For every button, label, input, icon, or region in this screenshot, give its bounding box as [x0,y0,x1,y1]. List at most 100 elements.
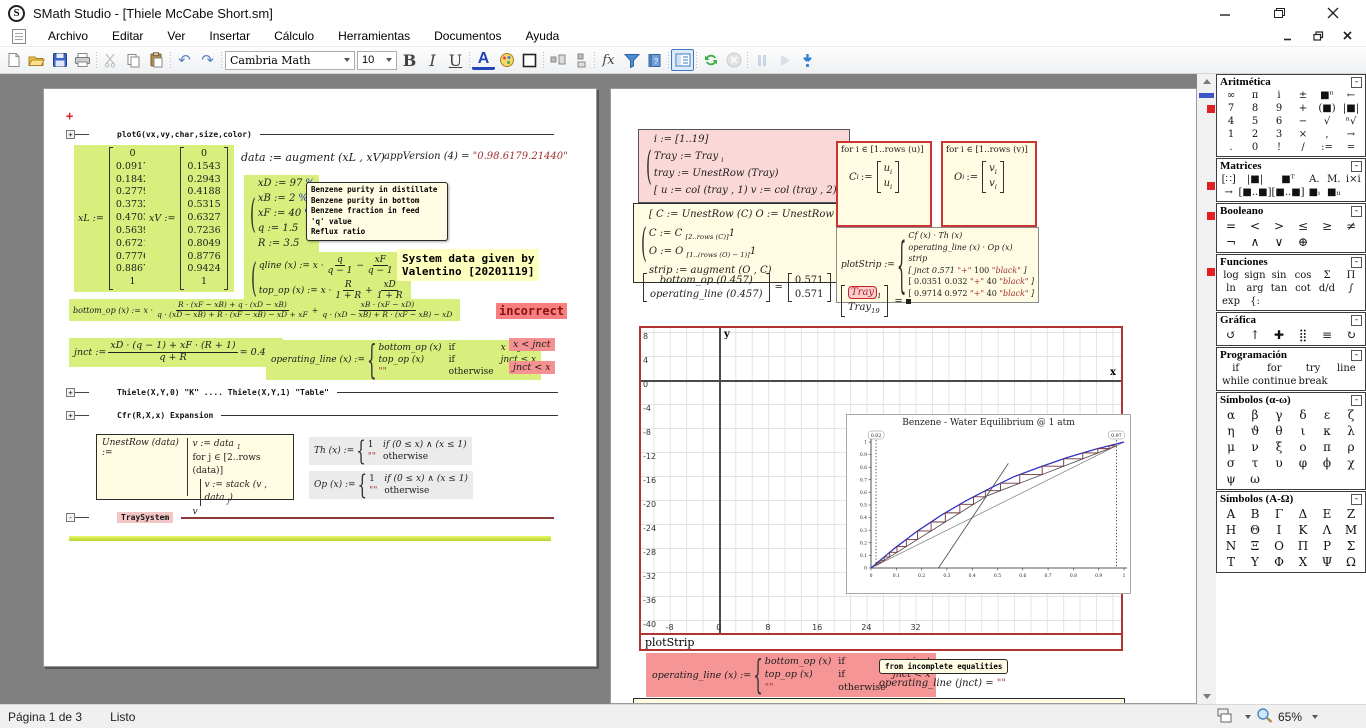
page-1[interactable]: + + plotG(vx,vy,char,size,color) xL := 0… [43,88,597,667]
open-file-button[interactable] [25,49,48,71]
palette-button[interactable]: η [1219,423,1243,439]
palette-button[interactable]: , [1315,128,1339,141]
palette-button[interactable]: θ [1267,423,1291,439]
palette-button[interactable]: Ψ [1315,554,1339,570]
palette-button[interactable]: ϑ [1243,423,1267,439]
background-color-button[interactable] [495,49,518,71]
palette-button[interactable]: λ [1339,423,1363,439]
collapse-button[interactable]: - [1351,206,1362,217]
paste-button[interactable] [145,49,168,71]
error-marker[interactable] [1207,268,1215,276]
appversion-expr[interactable]: appVersion (4) = "0.98.6179.21440" [384,151,568,162]
palette-button[interactable]: M. [1324,173,1343,186]
palette-button[interactable]: π [1315,439,1339,455]
side-panel-toggle-button[interactable] [671,49,694,71]
th-definition[interactable]: Th (x) := { 1if (0 ≤ x) ∧ (x ≤ 1) ""othe… [309,437,472,465]
border-button[interactable] [518,49,541,71]
palette-button[interactable]: × [1291,128,1315,141]
palette-button[interactable]: [■..■] [1272,186,1305,199]
palette-button[interactable]: [∷] [1219,173,1238,186]
palette-button[interactable]: ↑ [1243,327,1267,343]
palette-button[interactable]: ■ᵢ [1305,186,1324,199]
palette-button[interactable]: 4 [1219,115,1243,128]
menu-item[interactable]: Ayuda [514,27,572,45]
menu-item[interactable]: Archivo [36,27,100,45]
doc-restore-button[interactable] [1310,29,1326,43]
palette-button[interactable]: ⣿ [1291,327,1315,343]
palette-button[interactable]: Κ [1291,522,1315,538]
error-marker[interactable] [1207,105,1215,113]
collapse-button[interactable]: - [1351,257,1362,268]
palette-button[interactable]: ↻ [1339,327,1363,343]
palette-button[interactable]: ζ [1339,407,1363,423]
palette-button[interactable]: ≥ [1315,218,1339,234]
menu-item[interactable]: Documentos [422,27,513,45]
tray-index-block[interactable]: ( i := [1..19]Tray := Tray itray := Unes… [638,129,850,203]
palette-button[interactable]: arg [1243,282,1267,295]
palette-button[interactable]: ⊕ [1291,234,1315,250]
palette-button[interactable]: try [1296,362,1329,375]
doc-minimize-button[interactable] [1280,29,1296,43]
palette-button[interactable]: i [1267,89,1291,102]
palette-button[interactable]: ∞ [1219,89,1243,102]
palette-button[interactable]: / [1291,141,1315,154]
reference-book-button[interactable]: ? [643,49,666,71]
collapse-button[interactable]: - [1351,161,1362,172]
redo-button[interactable]: ↷ [196,49,219,71]
palette-button[interactable]: Ω [1339,554,1363,570]
palette-button[interactable]: ϕ [1315,455,1339,471]
menu-item[interactable]: Cálculo [262,27,326,45]
palette-button[interactable]: ■ⁿ [1315,89,1339,102]
palette-button[interactable]: √ [1315,115,1339,128]
palette-button[interactable]: Α [1219,506,1243,522]
scroll-down-button[interactable] [1197,689,1216,704]
worksheet-canvas[interactable]: + + plotG(vx,vy,char,size,color) xL := 0… [0,74,1366,704]
palette-button[interactable]: = [1219,218,1243,234]
palette-button[interactable]: 3 [1267,128,1291,141]
align-horizontal-button[interactable] [546,49,569,71]
stop-button[interactable] [722,49,745,71]
palette-button[interactable]: Δ [1291,506,1315,522]
unestrow-definition[interactable]: UnestRow (data) := v := data 1 for j ∈ [… [96,434,294,500]
palette-button[interactable]: α [1219,407,1243,423]
palette-button[interactable]: σ [1219,455,1243,471]
recalculate-button[interactable] [699,49,722,71]
palette-button[interactable]: ξ [1267,439,1291,455]
system-data-note[interactable]: System data given by Valentino [20201119… [397,249,539,281]
palette-button[interactable]: := [1315,141,1339,154]
palette-button[interactable]: d/d [1315,282,1339,295]
font-size-select[interactable]: 10 [357,51,397,70]
palette-button[interactable]: ψ [1219,471,1243,487]
menu-item[interactable]: Insertar [197,27,262,45]
palette-button[interactable]: Π [1291,538,1315,554]
collapse-button[interactable]: - [1351,77,1362,88]
font-color-button[interactable]: A [472,51,495,70]
palette-button[interactable]: sign [1243,269,1267,282]
font-family-select[interactable]: Cambria Math [225,51,355,70]
palette-button[interactable]: (■) [1315,102,1339,115]
palette-button[interactable]: 7 [1219,102,1243,115]
palette-button[interactable]: ω [1243,471,1267,487]
palette-button[interactable]: ← [1339,89,1363,102]
palette-button[interactable]: χ [1339,455,1363,471]
palette-button[interactable]: > [1267,218,1291,234]
tray-result[interactable]: Tray1 Tray19 = [839,285,911,317]
data-definition[interactable]: data := augment (xL , xV) [241,151,385,164]
cut-button[interactable] [99,49,122,71]
page-2[interactable]: ( i := [1..19]Tray := Tray itray := Unes… [610,88,1197,704]
minimize-button[interactable] [1212,4,1238,22]
palette-button[interactable]: + [1291,102,1315,115]
palette-button[interactable]: τ [1243,455,1267,471]
result-0457[interactable]: bottom_op (0.457)operating_line (0.457) … [641,273,833,302]
italic-button[interactable]: I [421,49,444,71]
palette-button[interactable]: ✚ [1267,327,1291,343]
page-layout-button[interactable] [1217,708,1235,726]
palette-button[interactable]: ∫ [1339,282,1363,295]
palette-button[interactable]: continue [1252,375,1296,388]
palette-button[interactable]: ≤ [1291,218,1315,234]
palette-button[interactable]: 1 [1219,128,1243,141]
doc-close-button[interactable] [1340,29,1356,43]
palette-button[interactable]: ≠ [1339,218,1363,234]
palette-button[interactable]: → [1219,186,1238,199]
palette-button[interactable]: ≡ [1315,327,1339,343]
